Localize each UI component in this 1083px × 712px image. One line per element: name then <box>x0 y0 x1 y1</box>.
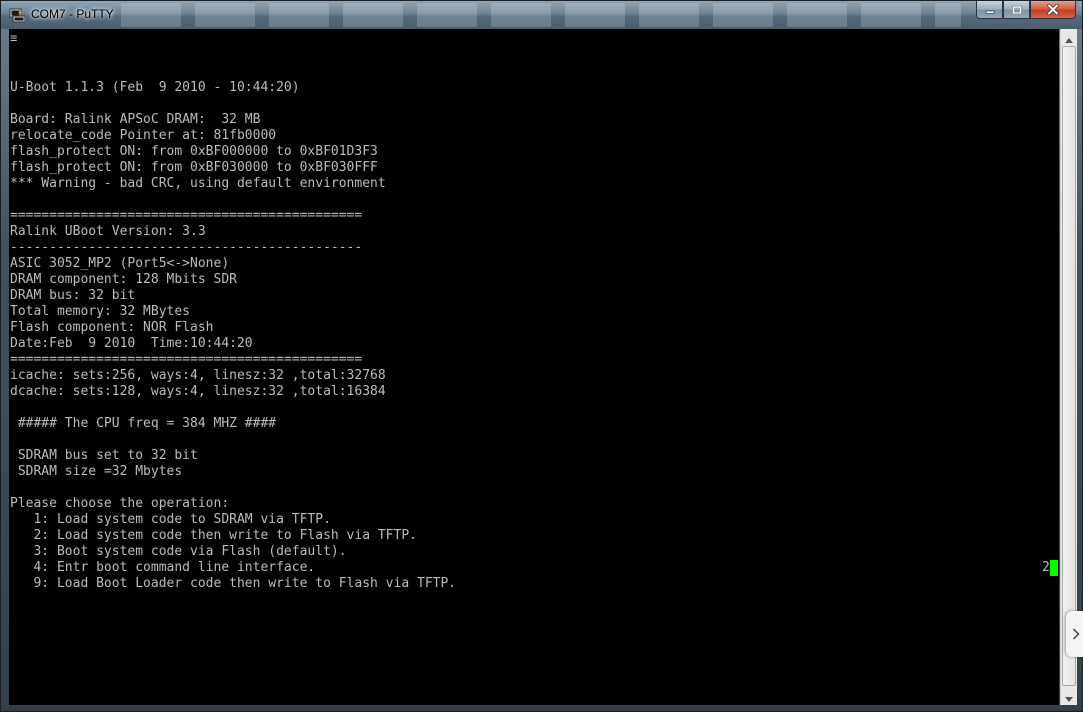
close-icon <box>1047 0 1059 19</box>
maximize-button[interactable] <box>1003 1 1030 19</box>
terminal-line: Board: Ralink APSoC DRAM: 32 MB <box>10 112 261 127</box>
caption-buttons <box>976 1 1076 21</box>
terminal-line: DRAM component: 128 Mbits SDR <box>10 272 237 287</box>
minimize-button[interactable] <box>976 1 1003 19</box>
arrow-up-icon <box>1065 28 1073 47</box>
title-bar[interactable]: COM7 - PuTTY <box>1 1 1082 29</box>
terminal-line: Total memory: 32 MBytes <box>10 304 191 319</box>
terminal-line: ##### The CPU freq = 384 MHZ #### <box>10 416 277 431</box>
terminal-line: Ralink UBoot Version: 3.3 <box>10 224 206 239</box>
terminal-line: flash_protect ON: from 0xBF030000 to 0xB… <box>10 160 378 175</box>
terminal-line: ASIC 3052_MP2 (Port5<->None) <box>10 256 230 271</box>
terminal-line: dcache: sets:128, ways:4, linesz:32 ,tot… <box>10 384 386 399</box>
terminal-line: DRAM bus: 32 bit <box>10 288 136 303</box>
minimize-icon <box>985 0 995 19</box>
terminal-line: *** Warning - bad CRC, using default env… <box>10 176 386 191</box>
putty-window: COM7 - PuTTY ≡ U-Boot 1.1.3 (Feb 9 2010 … <box>0 0 1083 712</box>
side-expand-tab[interactable] <box>1066 611 1083 657</box>
maximize-icon <box>1011 0 1022 19</box>
terminal-line: ========================================… <box>10 208 363 223</box>
terminal-line: 3: Boot system code via Flash (default). <box>10 544 347 559</box>
arrow-down-icon <box>1065 687 1073 706</box>
title-bar-glass-reflection <box>121 3 961 27</box>
terminal-line: icache: sets:256, ways:4, linesz:32 ,tot… <box>10 368 386 383</box>
terminal-line: ========================================… <box>10 352 363 367</box>
terminal-line: SDRAM size =32 Mbytes <box>10 464 183 479</box>
scrollbar-thumb[interactable] <box>1062 46 1076 686</box>
scroll-down-button[interactable] <box>1061 688 1077 705</box>
terminal-line: SDRAM bus set to 32 bit <box>10 448 198 463</box>
putty-icon[interactable] <box>9 7 26 23</box>
terminal-output: U-Boot 1.1.3 (Feb 9 2010 - 10:44:20) Boar… <box>10 64 456 592</box>
terminal-line: Date:Feb 9 2010 Time:10:44:20 <box>10 336 253 351</box>
terminal-line: relocate_code Pointer at: 81fb0000 <box>10 128 277 143</box>
terminal-screen[interactable]: ≡ U-Boot 1.1.3 (Feb 9 2010 - 10:44:20) Bo… <box>9 29 1059 705</box>
scroll-up-button[interactable] <box>1061 29 1077 46</box>
close-button[interactable] <box>1030 1 1076 19</box>
terminal-line: U-Boot 1.1.3 (Feb 9 2010 - 10:44:20) <box>10 80 300 95</box>
terminal-line: 4: Entr boot command line interface. <box>10 560 316 575</box>
window-title: COM7 - PuTTY <box>31 7 114 21</box>
chevron-right-icon <box>1072 625 1080 644</box>
terminal-line: 9: Load Boot Loader code then write to F… <box>10 576 457 591</box>
terminal-line: ----------------------------------------… <box>10 240 363 255</box>
terminal-top-glyph: ≡ <box>10 31 18 45</box>
terminal-line: 2: Load system code then write to Flash … <box>10 528 417 543</box>
boot-countdown: 2 <box>1042 560 1050 575</box>
text-cursor <box>1050 560 1058 576</box>
terminal-line: flash_protect ON: from 0xBF000000 to 0xB… <box>10 144 378 159</box>
terminal-line: 1: Load system code to SDRAM via TFTP. <box>10 512 331 527</box>
vertical-scrollbar[interactable] <box>1060 29 1077 705</box>
terminal-line: Please choose the operation: <box>10 496 230 511</box>
terminal-line: Flash component: NOR Flash <box>10 320 214 335</box>
